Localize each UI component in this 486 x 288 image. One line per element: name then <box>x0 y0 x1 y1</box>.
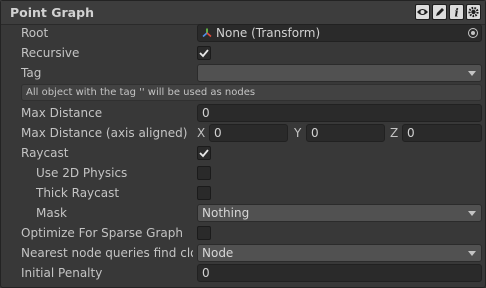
tag-help-box: All object with the tag '' will be used … <box>21 84 482 101</box>
max-distance-x-field[interactable]: 0 <box>209 124 288 142</box>
tag-label: Tag <box>21 66 42 80</box>
mask-label: Mask <box>36 206 67 220</box>
max-distance-axis-label: Max Distance (axis aligned) <box>21 126 188 140</box>
pencil-icon[interactable] <box>432 4 447 20</box>
root-label: Root <box>21 26 49 40</box>
max-distance-y-field[interactable]: 0 <box>306 124 385 142</box>
eye-icon[interactable] <box>415 4 430 20</box>
chevron-down-icon <box>468 211 476 216</box>
graph-title: Point Graph <box>10 5 94 20</box>
optimize-sparse-label: Optimize For Sparse Graph <box>21 226 183 240</box>
raycast-label: Raycast <box>21 146 69 160</box>
transform-icon <box>202 28 212 38</box>
svg-text:i: i <box>455 7 459 20</box>
checkmark-icon <box>199 149 209 158</box>
initial-penalty-label: Initial Penalty <box>21 266 103 280</box>
mask-value: Nothing <box>202 206 250 220</box>
max-distance-label: Max Distance <box>21 106 103 120</box>
y-axis-label: Y <box>294 126 302 140</box>
optimize-sparse-checkbox[interactable] <box>197 226 211 240</box>
thick-raycast-label: Thick Raycast <box>36 186 120 200</box>
use-2d-physics-checkbox[interactable] <box>197 166 211 180</box>
nearest-query-value: Node <box>202 246 234 260</box>
point-graph-inspector: Point Graph i Root None (Transform) Recu… <box>0 0 486 288</box>
raycast-checkbox[interactable] <box>197 146 211 160</box>
mask-dropdown[interactable]: Nothing <box>197 204 482 222</box>
inspector-header: Point Graph i <box>1 1 485 25</box>
thick-raycast-checkbox[interactable] <box>197 186 211 200</box>
root-object-field[interactable]: None (Transform) <box>197 24 482 42</box>
max-distance-z-field[interactable]: 0 <box>402 124 482 142</box>
use-2d-physics-label: Use 2D Physics <box>36 166 128 180</box>
max-distance-field[interactable]: 0 <box>197 104 482 122</box>
tag-dropdown[interactable] <box>197 64 482 82</box>
nearest-query-dropdown[interactable]: Node <box>197 244 482 262</box>
nearest-query-label: Nearest node queries find closest <box>21 246 193 260</box>
x-axis-label: X <box>197 126 206 140</box>
root-value: None (Transform) <box>216 26 321 40</box>
gear-icon[interactable] <box>466 4 481 20</box>
checkmark-icon <box>199 49 209 58</box>
recursive-label: Recursive <box>21 46 80 60</box>
chevron-down-icon <box>468 71 476 76</box>
initial-penalty-field[interactable]: 0 <box>197 264 482 282</box>
info-icon[interactable]: i <box>449 4 464 20</box>
chevron-down-icon <box>468 251 476 256</box>
object-picker-icon[interactable] <box>468 28 478 38</box>
z-axis-label: Z <box>390 126 399 140</box>
recursive-checkbox[interactable] <box>197 46 211 60</box>
